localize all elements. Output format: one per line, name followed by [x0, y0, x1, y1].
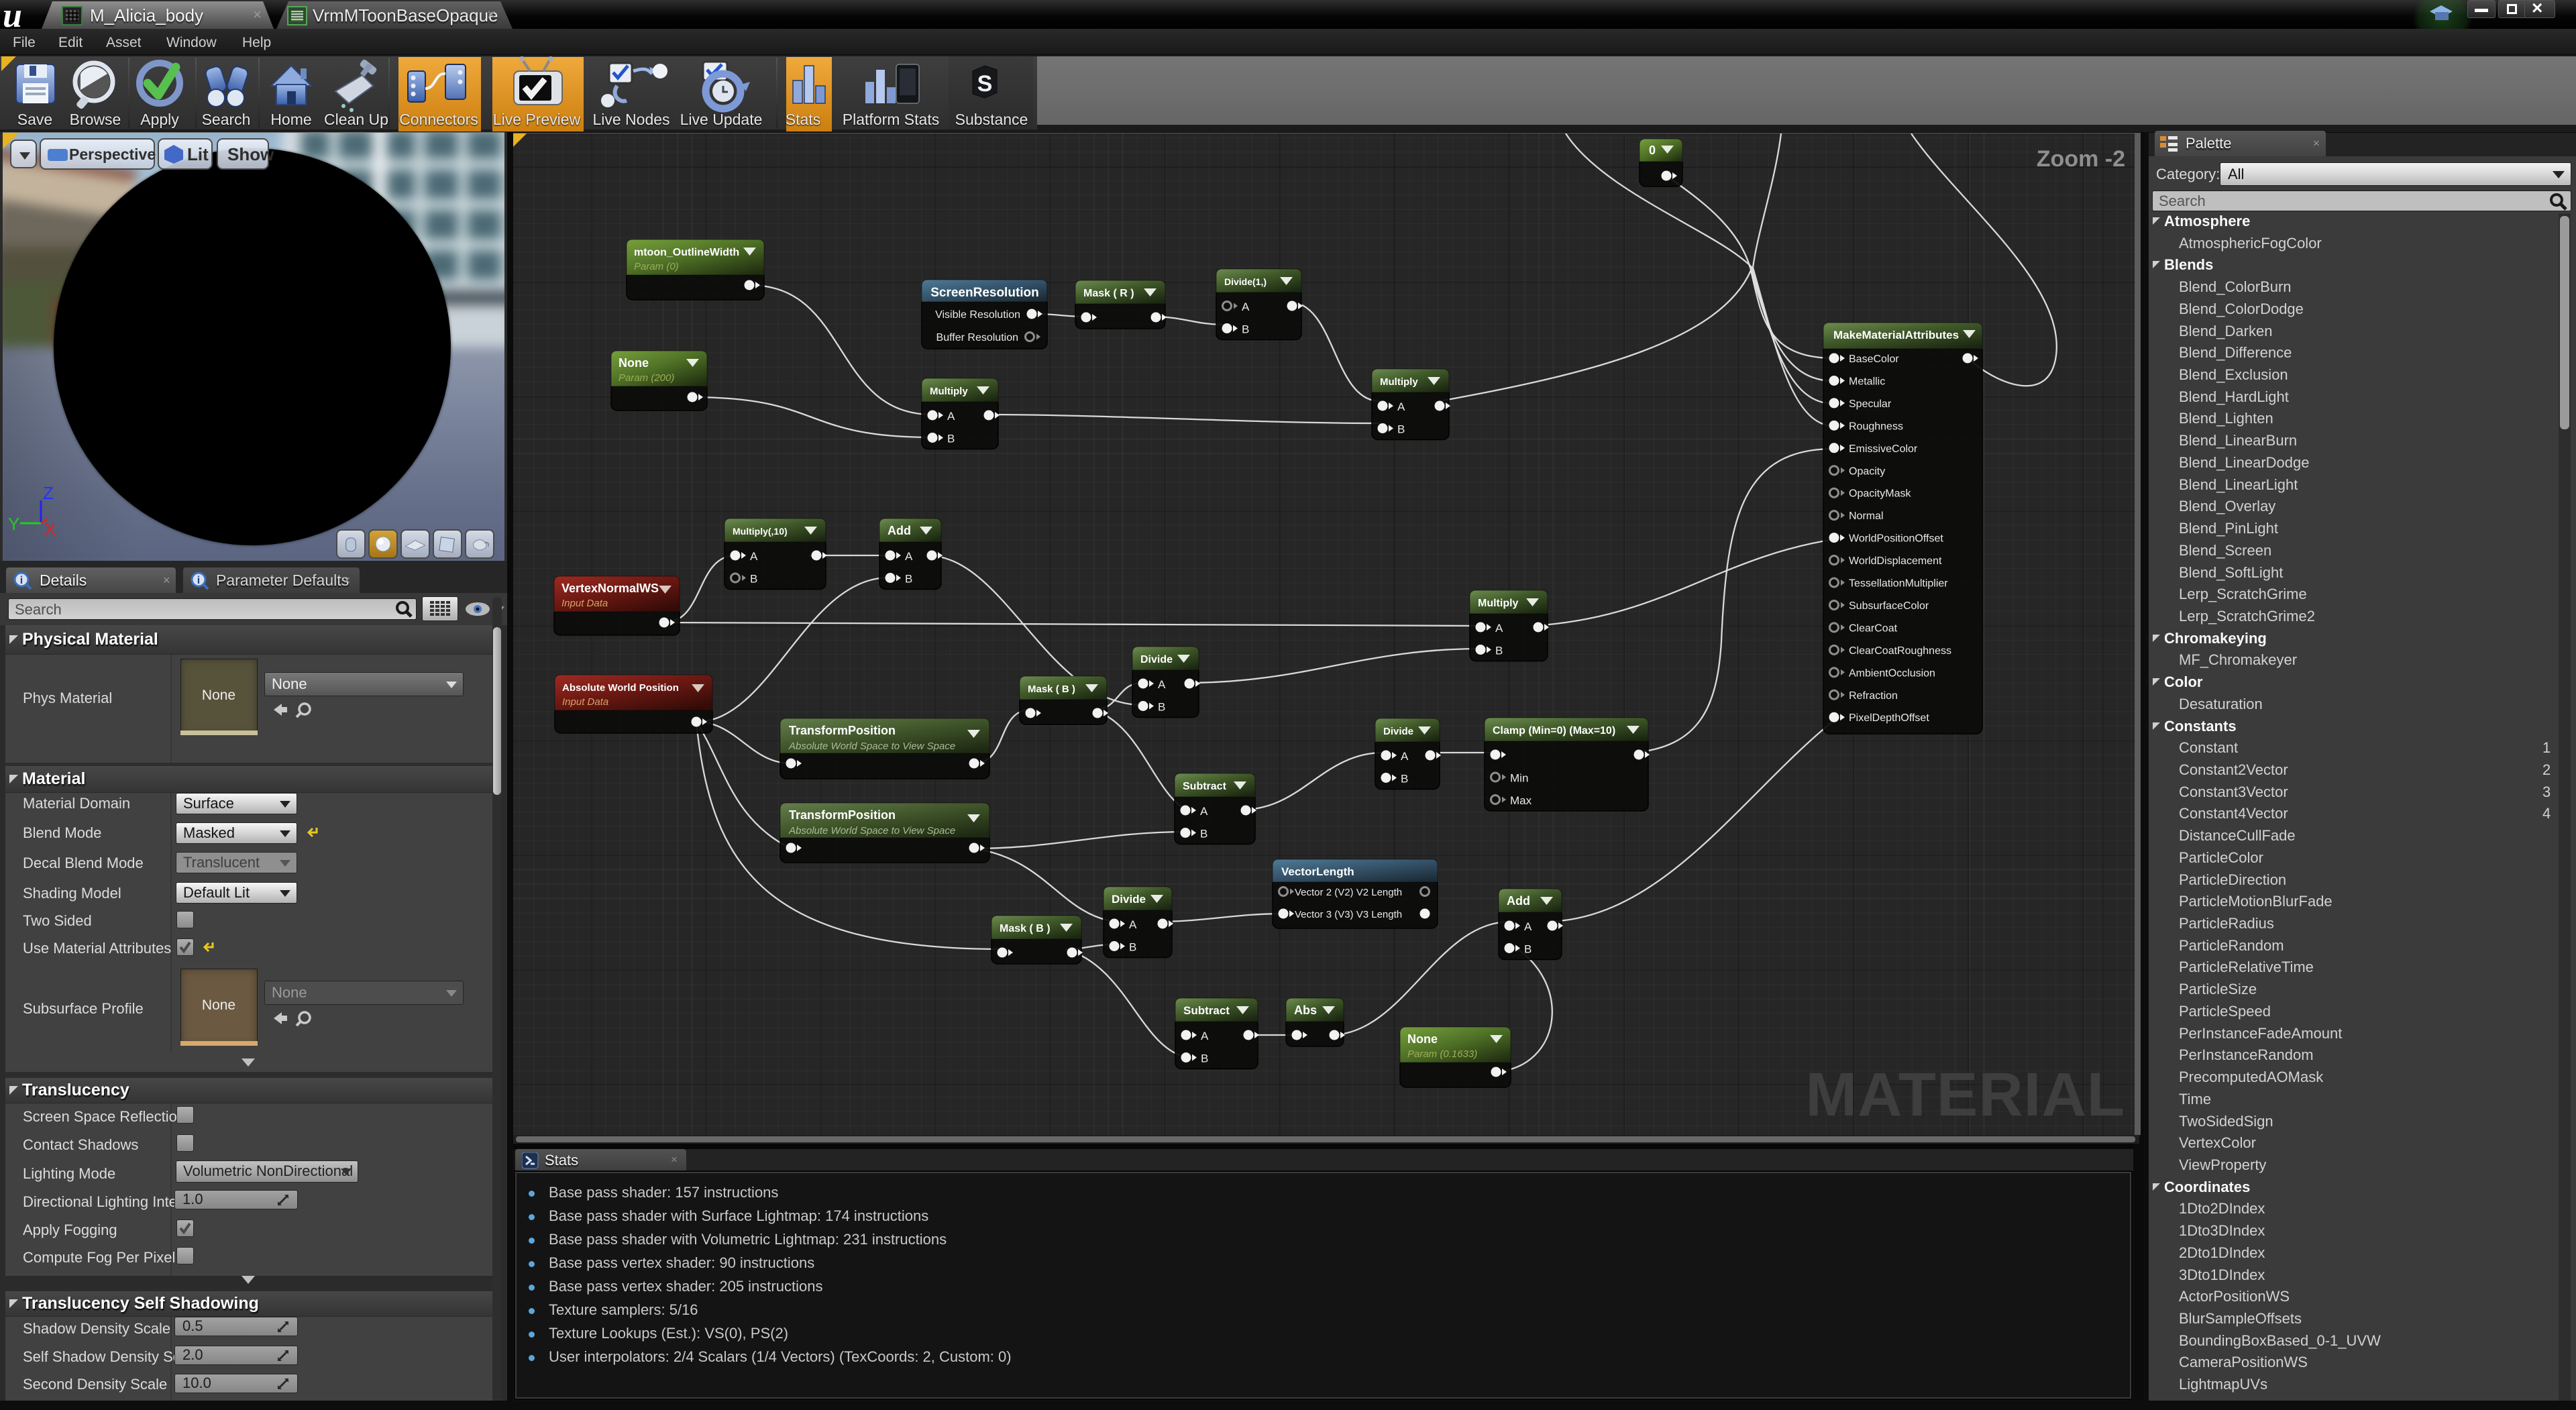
- svg-text:AmbientOcclusion: AmbientOcclusion: [1849, 667, 1935, 679]
- svg-text:A: A: [1242, 301, 1250, 313]
- svg-text:Mask ( R ): Mask ( R ): [1083, 288, 1134, 299]
- svg-text:A: A: [750, 550, 758, 563]
- svg-text:Normal: Normal: [1849, 510, 1884, 522]
- svg-text:Vector 2 (V2) V2 Length: Vector 2 (V2) V2 Length: [1295, 887, 1402, 898]
- svg-text:B: B: [1397, 423, 1405, 436]
- svg-text:ClearCoat: ClearCoat: [1849, 622, 1898, 634]
- svg-text:TessellationMultiplier: TessellationMultiplier: [1849, 578, 1948, 590]
- svg-text:Mask ( B ): Mask ( B ): [1028, 684, 1075, 695]
- svg-text:Multiply: Multiply: [1478, 598, 1519, 609]
- svg-text:OpacityMask: OpacityMask: [1849, 488, 1911, 500]
- svg-text:Zoom -2: Zoom -2: [2037, 146, 2125, 172]
- svg-text:VertexNormalWS: VertexNormalWS: [561, 582, 659, 595]
- svg-text:PixelDepthOffset: PixelDepthOffset: [1849, 712, 1929, 724]
- svg-text:B: B: [1201, 1052, 1208, 1065]
- svg-text:A: A: [1200, 805, 1208, 818]
- svg-text:Clamp (Min=0) (Max=10): Clamp (Min=0) (Max=10): [1493, 725, 1615, 737]
- svg-text:Opacity: Opacity: [1849, 466, 1885, 477]
- svg-text:B: B: [1129, 941, 1136, 954]
- svg-text:VectorLength: VectorLength: [1281, 865, 1354, 878]
- svg-text:A: A: [1201, 1030, 1209, 1042]
- svg-text:B: B: [1524, 943, 1532, 956]
- svg-text:B: B: [750, 573, 757, 586]
- svg-text:A: A: [1524, 920, 1532, 933]
- svg-text:Absolute World Space to View S: Absolute World Space to View Space: [788, 825, 955, 836]
- svg-text:B: B: [1495, 645, 1503, 657]
- svg-text:ClearCoatRoughness: ClearCoatRoughness: [1849, 645, 1951, 657]
- svg-text:X: X: [44, 519, 56, 539]
- svg-text:Max: Max: [1510, 794, 1532, 807]
- svg-text:Input Data: Input Data: [561, 598, 608, 609]
- svg-text:Vector 3 (V3) V3 Length: Vector 3 (V3) V3 Length: [1295, 909, 1402, 920]
- svg-text:A: A: [1495, 622, 1503, 635]
- svg-text:MATERIAL: MATERIAL: [1806, 1061, 2125, 1129]
- svg-text:Divide: Divide: [1112, 893, 1146, 906]
- svg-text:Metallic: Metallic: [1849, 376, 1885, 387]
- svg-text:EmissiveColor: EmissiveColor: [1849, 443, 1918, 455]
- svg-text:Mask ( B ): Mask ( B ): [1000, 923, 1051, 934]
- svg-text:Add: Add: [1507, 894, 1530, 908]
- svg-text:Multiply: Multiply: [930, 386, 968, 397]
- svg-text:ScreenResolution: ScreenResolution: [930, 286, 1039, 300]
- svg-text:Subtract: Subtract: [1183, 1004, 1230, 1017]
- svg-text:B: B: [1242, 323, 1249, 336]
- svg-text:Divide(1,): Divide(1,): [1224, 276, 1267, 287]
- svg-text:TransformPosition: TransformPosition: [789, 724, 896, 737]
- svg-text:Min: Min: [1510, 772, 1528, 785]
- svg-text:B: B: [947, 433, 955, 445]
- svg-text:A: A: [1129, 918, 1137, 931]
- svg-text:WorldDisplacement: WorldDisplacement: [1849, 555, 1942, 567]
- svg-text:S: S: [977, 71, 993, 97]
- svg-text:Y: Y: [8, 514, 19, 534]
- svg-text:Subtract: Subtract: [1183, 781, 1227, 792]
- svg-text:Absolute World Space to View S: Absolute World Space to View Space: [788, 741, 955, 752]
- svg-text:SubsurfaceColor: SubsurfaceColor: [1849, 600, 1929, 612]
- svg-text:Specular: Specular: [1849, 398, 1892, 410]
- svg-text:B: B: [905, 573, 912, 586]
- svg-text:Buffer Resolution: Buffer Resolution: [936, 332, 1018, 343]
- svg-text:Add: Add: [888, 524, 911, 537]
- svg-text:Z: Z: [43, 483, 54, 503]
- svg-text:B: B: [1200, 828, 1208, 840]
- svg-text:Param (0): Param (0): [634, 261, 679, 272]
- svg-text:Refraction: Refraction: [1849, 690, 1898, 702]
- svg-text:TransformPosition: TransformPosition: [789, 808, 896, 822]
- svg-text:A: A: [947, 410, 955, 423]
- svg-text:0: 0: [1649, 144, 1656, 157]
- svg-text:A: A: [905, 550, 913, 563]
- svg-text:mtoon_OutlineWidth: mtoon_OutlineWidth: [634, 247, 739, 258]
- svg-text:BaseColor: BaseColor: [1849, 354, 1899, 365]
- svg-text:i: i: [197, 575, 200, 586]
- svg-text:Abs: Abs: [1294, 1004, 1317, 1017]
- svg-text:WorldPositionOffset: WorldPositionOffset: [1849, 533, 1943, 545]
- svg-text:MakeMaterialAttributes: MakeMaterialAttributes: [1833, 329, 1959, 341]
- svg-text:B: B: [1401, 773, 1408, 785]
- svg-text:Divide: Divide: [1383, 726, 1413, 737]
- svg-text:Input Data: Input Data: [562, 696, 608, 708]
- svg-text:Param (200): Param (200): [619, 372, 674, 384]
- svg-text:A: A: [1158, 678, 1166, 691]
- svg-text:Roughness: Roughness: [1849, 421, 1903, 432]
- svg-text:B: B: [1158, 701, 1165, 714]
- svg-text:None: None: [619, 356, 649, 370]
- svg-text:Multiply(,10): Multiply(,10): [733, 526, 788, 537]
- svg-text:Multiply: Multiply: [1380, 376, 1418, 388]
- svg-text:A: A: [1397, 400, 1405, 413]
- svg-text:Visible Resolution: Visible Resolution: [935, 309, 1020, 321]
- svg-text:Param (0.1633): Param (0.1633): [1407, 1048, 1477, 1060]
- svg-text:i: i: [20, 575, 23, 586]
- svg-text:Absolute World Position: Absolute World Position: [562, 682, 679, 694]
- svg-text:None: None: [1407, 1032, 1438, 1046]
- svg-text:Divide: Divide: [1140, 654, 1173, 665]
- svg-text:A: A: [1401, 750, 1409, 763]
